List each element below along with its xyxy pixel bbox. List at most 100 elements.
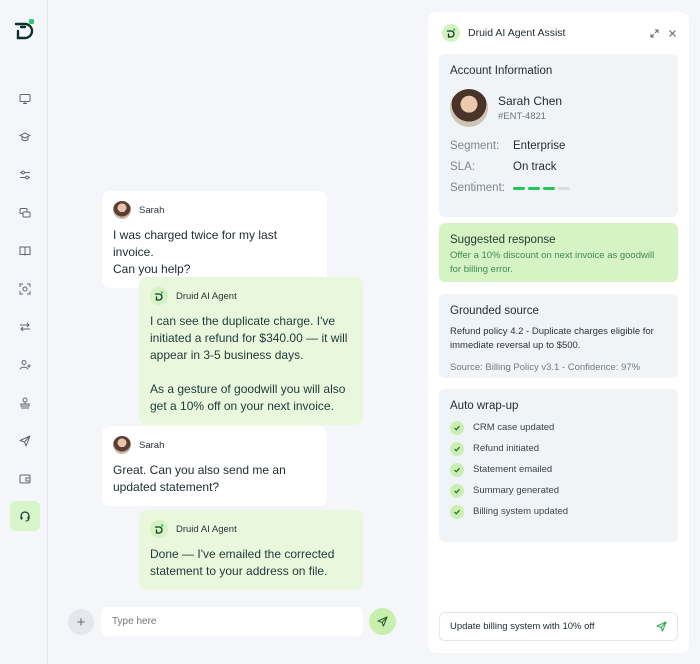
customer-avatar (450, 89, 488, 127)
book-icon (19, 246, 31, 256)
suggested-response-text: Offer a 10% discount on next invoice as … (450, 250, 655, 275)
druid-agent-icon (150, 287, 168, 305)
expand-icon[interactable] (650, 29, 659, 38)
druid-agent-icon (442, 24, 460, 42)
wrapup-item: Summary generated (450, 480, 667, 501)
chat-bubbles-icon (19, 208, 31, 218)
chat-message-user: Sarah I was charged twice for my last in… (102, 191, 327, 288)
card-title: Account Information (450, 65, 553, 77)
assist-command-input[interactable] (450, 621, 656, 632)
grounded-source-meta: Source: Billing Policy v3.1 - Confidence… (450, 362, 641, 373)
assist-command-box (439, 612, 678, 641)
user-avatar (113, 201, 131, 219)
message-sender: Sarah (113, 201, 316, 219)
druid-logo-icon[interactable] (13, 18, 35, 40)
sentiment-row: Sentiment: (450, 182, 667, 194)
send-message-button[interactable] (369, 608, 396, 635)
segment-row: Segment: Enterprise (450, 140, 667, 152)
sidebar (0, 0, 48, 664)
stamp-icon (20, 397, 30, 409)
scan-icon (19, 283, 31, 295)
sidebar-item-toggles[interactable] (10, 160, 40, 190)
graduation-icon (19, 132, 31, 142)
check-icon (450, 462, 464, 477)
agent-assist-panel: Druid AI Agent Assist Account Informatio… (428, 12, 689, 653)
grounded-source-card: Grounded source Refund policy 4.2 - Dupl… (439, 294, 678, 378)
message-text: Done — I've emailed the corrected statem… (150, 547, 335, 578)
sentiment-label: Sentiment: (450, 182, 505, 194)
wrapup-item: Refund initiated (450, 438, 667, 459)
sidebar-item-users[interactable] (10, 350, 40, 380)
sidebar-item-scan[interactable] (10, 274, 40, 304)
wrapup-item-label: Refund initiated (473, 443, 540, 454)
wrapup-item-label: Summary generated (473, 485, 560, 496)
sidebar-item-billing[interactable] (10, 464, 40, 494)
headset-icon (20, 511, 30, 522)
add-attachment-button[interactable]: + (68, 609, 94, 635)
sla-label: SLA: (450, 161, 475, 173)
segment-value: Enterprise (513, 140, 566, 152)
sentiment-segment (558, 186, 570, 190)
customer-name: Sarah Chen (498, 94, 563, 108)
send-icon[interactable] (656, 621, 667, 632)
sentiment-segment (528, 186, 540, 190)
message-text: Great. Can you also send me an updated s… (113, 463, 286, 494)
chat-area: Sarah I was charged twice for my last in… (48, 0, 420, 664)
grounded-source-text: Refund policy 4.2 - Duplicate charges el… (450, 326, 654, 351)
sidebar-item-campaigns[interactable] (10, 426, 40, 456)
user-settings-icon (19, 360, 31, 370)
customer-profile: Sarah Chen #ENT-4821 (450, 89, 667, 127)
sla-row: SLA: On track (450, 161, 667, 173)
message-text: I was charged twice for my last invoice.… (113, 228, 278, 276)
chat-composer: + (68, 607, 398, 637)
segment-label: Segment: (450, 140, 500, 152)
sender-name: Sarah (139, 439, 165, 451)
sla-value: On track (513, 161, 557, 173)
send-icon (377, 616, 388, 627)
user-avatar (113, 436, 131, 454)
send-icon (19, 435, 31, 447)
wrapup-item-label: Billing system updated (473, 506, 569, 517)
auto-wrapup-card: Auto wrap-up CRM case updated Refund ini… (439, 389, 678, 542)
message-sender: Druid AI Agent (150, 520, 352, 538)
chat-message-agent: Druid AI Agent Done — I've emailed the c… (139, 510, 363, 590)
wrapup-item: Billing system updated (450, 501, 667, 522)
message-sender: Sarah (113, 436, 316, 454)
customer-id: #ENT-4821 (498, 111, 547, 122)
check-icon (450, 504, 464, 519)
sidebar-item-learning[interactable] (10, 122, 40, 152)
wallet-icon (19, 474, 31, 484)
sentiment-segment (513, 186, 525, 190)
chat-message-input[interactable] (101, 607, 363, 636)
sender-name: Druid AI Agent (176, 290, 237, 302)
sidebar-item-approvals[interactable] (10, 388, 40, 418)
sentiment-meter (513, 186, 570, 190)
wrapup-item-label: CRM case updated (473, 422, 555, 433)
panel-title: Druid AI Agent Assist (468, 27, 566, 39)
wrapup-checklist: CRM case updated Refund initiated Statem… (450, 417, 667, 522)
check-icon (450, 441, 464, 456)
check-icon (450, 420, 464, 435)
chat-message-user: Sarah Great. Can you also send me an upd… (102, 426, 327, 506)
sidebar-item-agent-assist[interactable] (10, 501, 40, 531)
message-text: I can see the duplicate charge. I've ini… (150, 314, 348, 413)
sidebar-item-knowledge[interactable] (10, 236, 40, 266)
close-icon[interactable] (668, 29, 677, 38)
sender-name: Druid AI Agent (176, 523, 237, 535)
panel-header: Druid AI Agent Assist (442, 24, 677, 42)
sidebar-item-conversations[interactable] (10, 198, 40, 228)
sender-name: Sarah (139, 204, 165, 216)
transfer-icon (20, 322, 30, 332)
monitor-icon (19, 94, 31, 104)
wrapup-item: Statement emailed (450, 459, 667, 480)
sidebar-item-transfer[interactable] (10, 312, 40, 342)
suggested-response-card[interactable]: Suggested response Offer a 10% discount … (439, 223, 678, 282)
wrapup-item-label: Statement emailed (473, 464, 553, 475)
card-title: Suggested response (450, 234, 556, 246)
druid-agent-icon (150, 520, 168, 538)
chat-message-agent: Druid AI Agent I can see the duplicate c… (139, 277, 363, 425)
check-icon (450, 483, 464, 498)
sidebar-item-monitor[interactable] (10, 84, 40, 114)
sentiment-segment (543, 186, 555, 190)
card-title: Grounded source (450, 305, 539, 317)
